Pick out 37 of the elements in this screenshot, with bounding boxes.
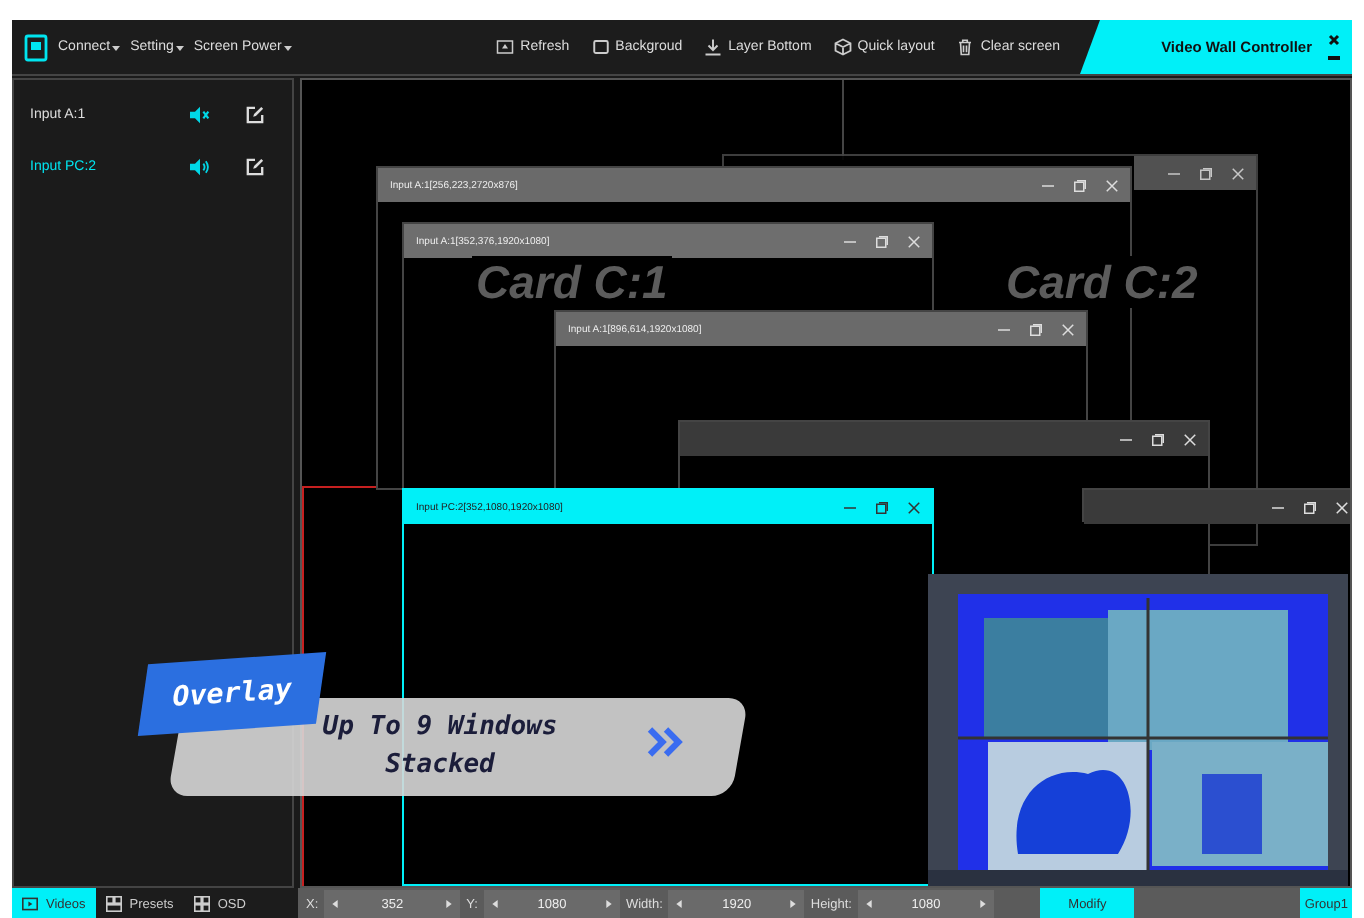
muted-speaker-icon[interactable]: [190, 105, 210, 123]
caret-icon: [175, 43, 184, 51]
right-arrow-icon[interactable]: [605, 900, 612, 908]
card-label: Card C:2: [1002, 256, 1202, 308]
grid-icon: [105, 896, 122, 912]
app-logo-icon: [24, 33, 48, 61]
minimize-icon[interactable]: [844, 501, 856, 513]
chevrons-icon: [646, 726, 686, 758]
close-icon[interactable]: [1328, 34, 1340, 46]
speaker-icon[interactable]: [190, 157, 210, 175]
refresh-icon: [496, 38, 515, 56]
left-arrow-icon[interactable]: [491, 900, 498, 908]
video-icon: [22, 896, 38, 912]
right-arrow-icon[interactable]: [979, 900, 986, 908]
minimize-icon[interactable]: [1168, 167, 1180, 179]
left-arrow-icon[interactable]: [332, 900, 339, 908]
minimize-icon[interactable]: [844, 235, 856, 247]
edit-icon[interactable]: [246, 105, 264, 123]
restore-icon[interactable]: [876, 501, 888, 513]
minimize-icon[interactable]: [998, 323, 1010, 335]
left-arrow-icon[interactable]: [865, 900, 872, 908]
download-icon: [704, 38, 723, 56]
right-arrow-icon[interactable]: [790, 900, 797, 908]
right-arrow-icon[interactable]: [446, 900, 453, 908]
minimize-icon[interactable]: [1272, 501, 1284, 513]
square-icon: [591, 38, 610, 56]
left-arrow-icon[interactable]: [676, 900, 683, 908]
edit-icon[interactable]: [246, 157, 264, 175]
window-title-bar[interactable]: [1134, 156, 1256, 190]
cube-icon: [833, 38, 852, 56]
caret-icon: [283, 43, 292, 51]
grid-icon: [193, 896, 210, 912]
close-icon[interactable]: [908, 501, 920, 513]
caret-icon: [112, 43, 121, 51]
trash-icon: [956, 38, 975, 56]
minimize-icon[interactable]: [1042, 179, 1054, 191]
minimize-icon[interactable]: [1120, 433, 1132, 445]
